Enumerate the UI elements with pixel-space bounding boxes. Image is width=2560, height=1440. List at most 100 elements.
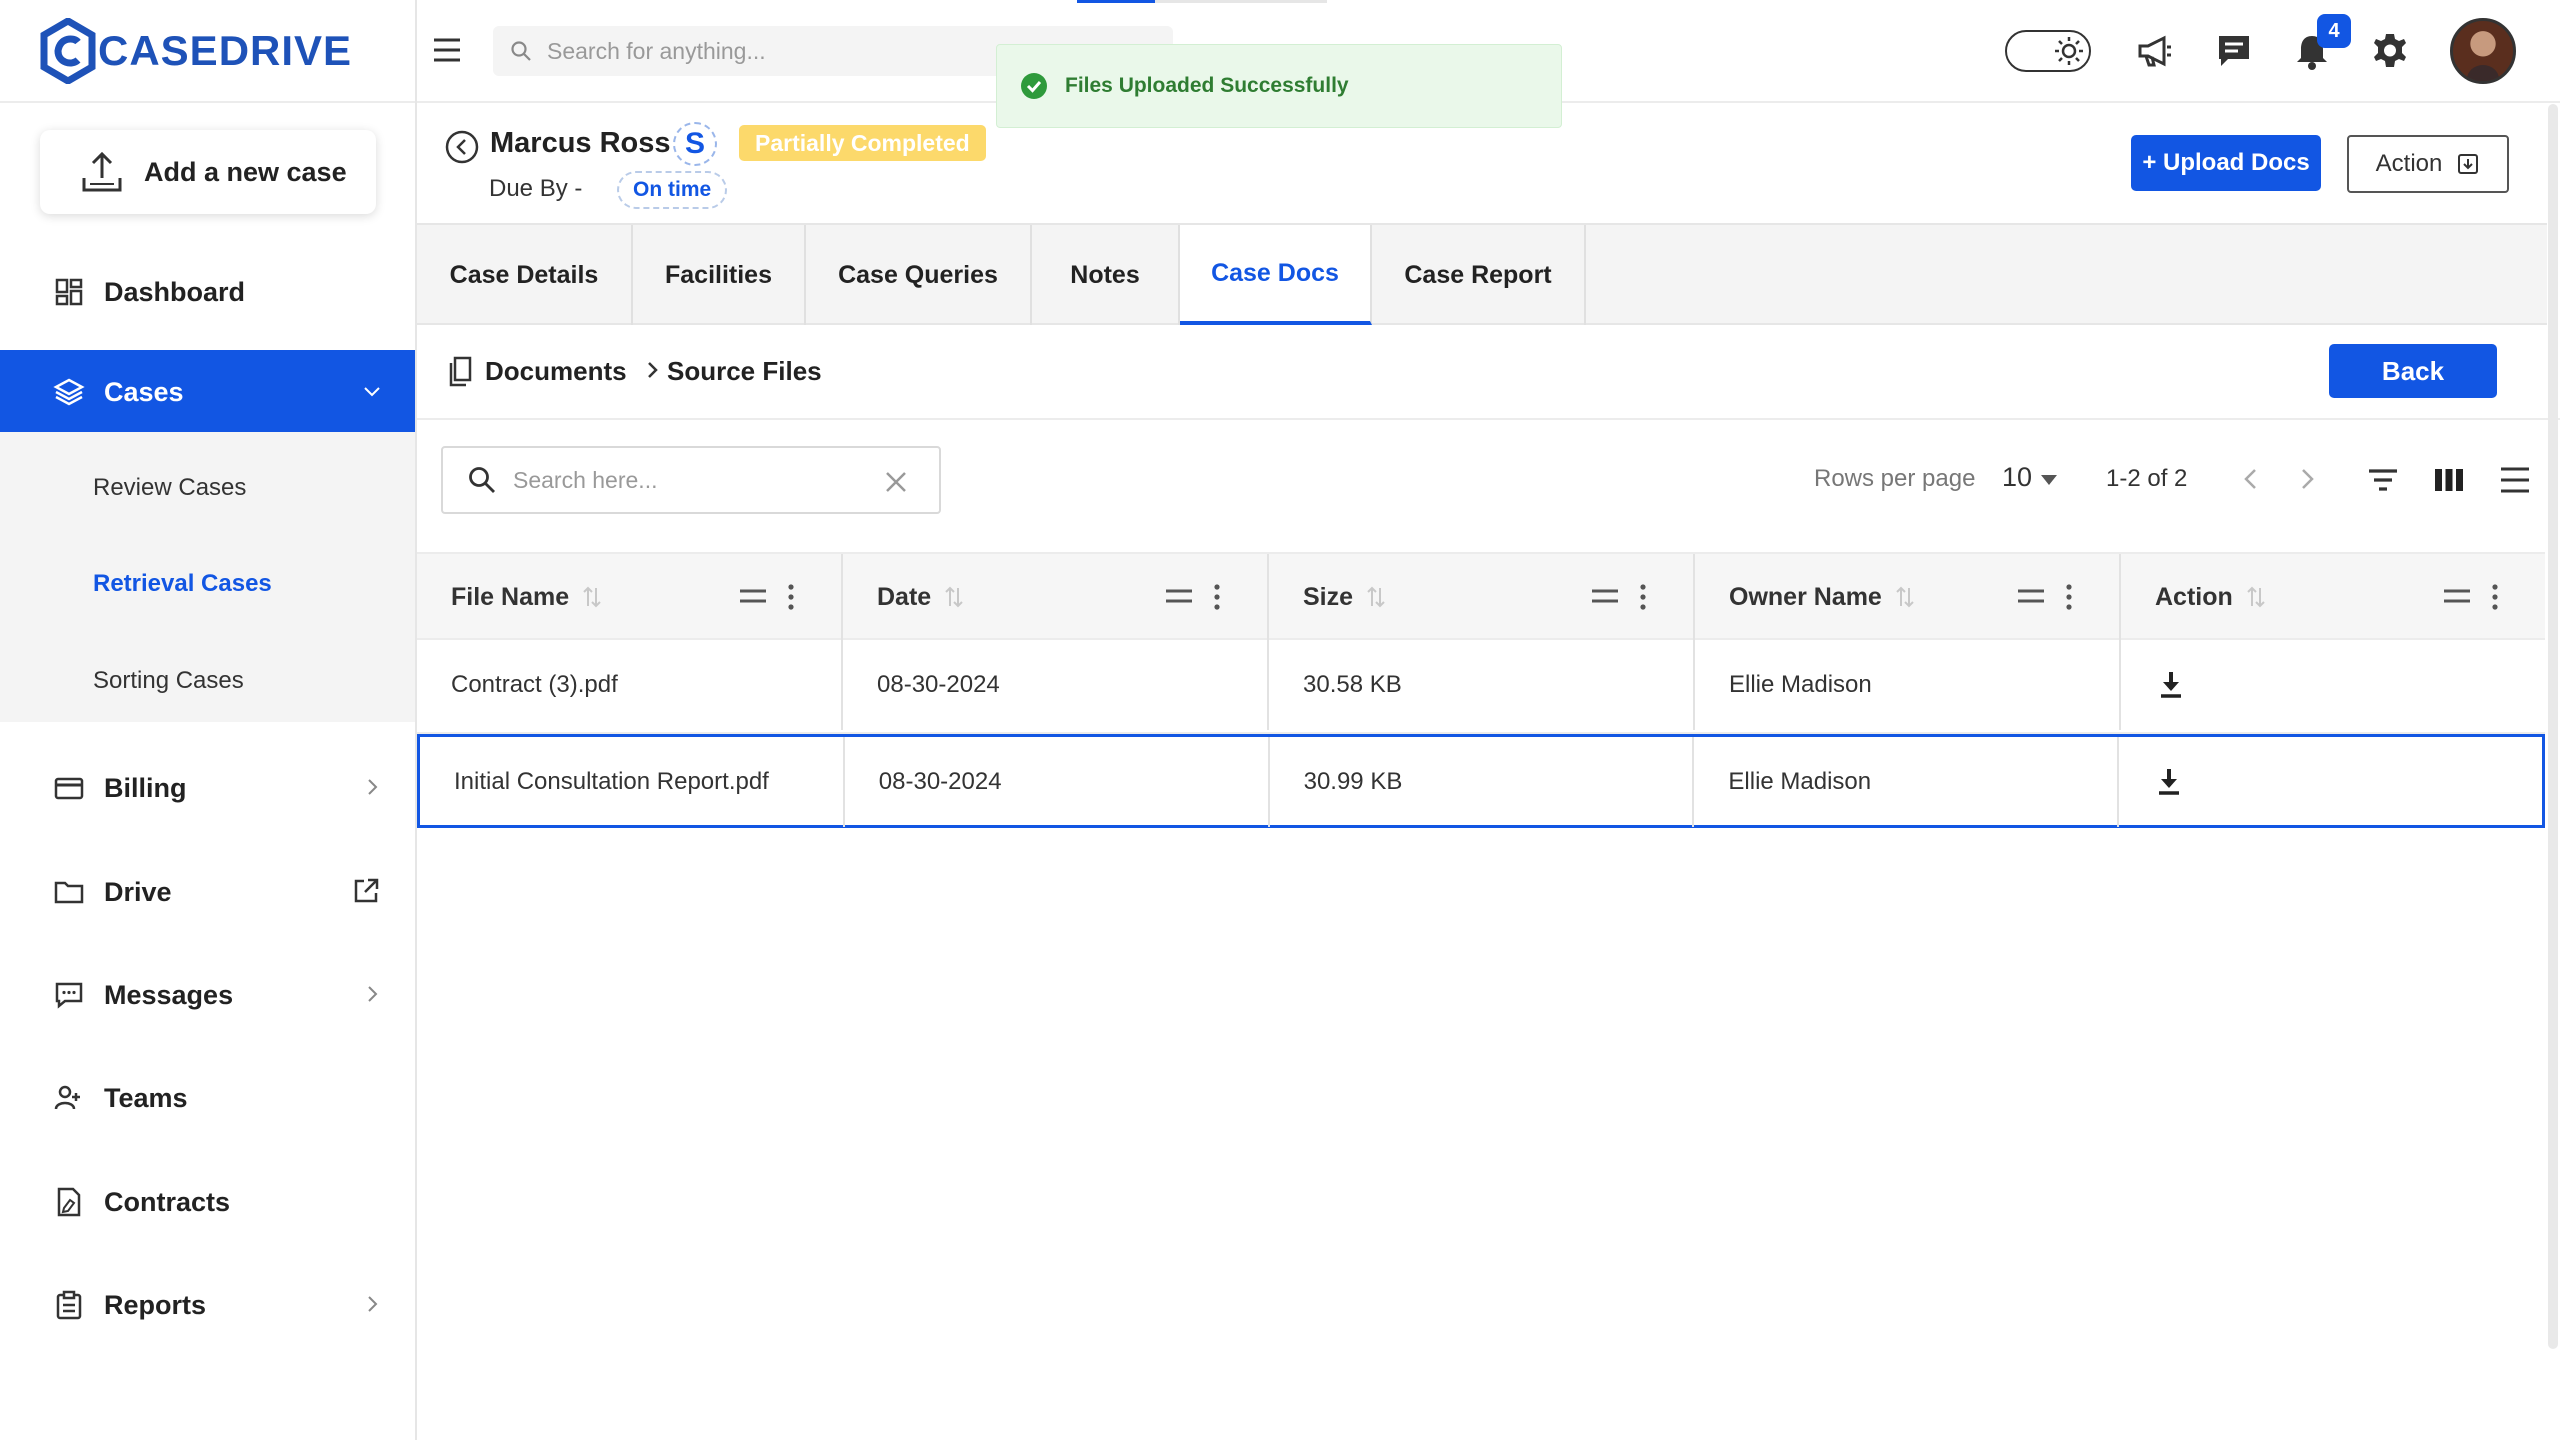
- drag-handle-icon[interactable]: [1165, 588, 1193, 604]
- case-tabs: Case Details Facilities Case Queries Not…: [417, 223, 2547, 325]
- sidebar-item-drive[interactable]: Drive: [0, 850, 415, 934]
- table-search-input[interactable]: [513, 466, 873, 494]
- table-cell-action: [2121, 640, 2545, 730]
- sidebar-item-billing[interactable]: Billing: [0, 746, 415, 830]
- add-case-label: Add a new case: [144, 156, 347, 187]
- sort-icon[interactable]: [581, 585, 603, 609]
- tab-case-docs[interactable]: Case Docs: [1180, 225, 1372, 325]
- loading-bar: [1077, 0, 1327, 3]
- column-header[interactable]: Action: [2121, 554, 2545, 640]
- table-row[interactable]: Contract (3).pdf 08-30-2024 30.58 KB Ellie …: [417, 640, 2545, 734]
- sidebar: CASEDRIVE Add a new case Dashboard Cases: [0, 0, 417, 1440]
- caret-down-icon[interactable]: [2040, 474, 2058, 486]
- table-cell-size: 30.99 KB: [1270, 737, 1695, 827]
- upload-icon: [82, 151, 122, 192]
- scrollbar[interactable]: [2548, 104, 2558, 1349]
- theme-toggle[interactable]: [2005, 30, 2091, 72]
- chat-icon: [2219, 36, 2249, 66]
- drag-handle-icon[interactable]: [2443, 588, 2471, 604]
- chat-button[interactable]: [2211, 28, 2257, 74]
- tab-case-report[interactable]: Case Report: [1372, 225, 1586, 325]
- rows-per-page-select[interactable]: 10: [2002, 462, 2032, 493]
- due-status-badge: On time: [617, 171, 728, 209]
- action-dropdown-button[interactable]: Action: [2347, 135, 2509, 193]
- tab-facilities[interactable]: Facilities: [633, 225, 806, 325]
- pagination-range: 1-2 of 2: [2106, 465, 2188, 492]
- sidebar-item-label: Reports: [104, 1289, 207, 1320]
- upload-docs-button[interactable]: + Upload Docs: [2131, 135, 2321, 191]
- sidebar-item-label: Cases: [104, 376, 184, 407]
- table-cell-size: 30.58 KB: [1269, 640, 1695, 730]
- sidebar-item-contracts[interactable]: Contracts: [0, 1160, 415, 1244]
- case-name: Marcus Ross: [490, 127, 671, 159]
- download-icon[interactable]: [2153, 766, 2185, 798]
- kebab-menu-icon[interactable]: [2065, 584, 2073, 610]
- sidebar-item-teams[interactable]: Teams: [0, 1056, 415, 1140]
- breadcrumb-documents[interactable]: Documents: [485, 356, 627, 387]
- next-page-icon[interactable]: [2292, 464, 2322, 494]
- filter-icon[interactable]: [2366, 463, 2400, 497]
- sort-icon[interactable]: [943, 585, 965, 609]
- submenu-item-retrieval-cases[interactable]: Retrieval Cases: [93, 570, 272, 598]
- kebab-menu-icon[interactable]: [1213, 584, 1221, 610]
- back-arrow-icon[interactable]: [445, 130, 479, 164]
- tab-case-queries[interactable]: Case Queries: [806, 225, 1032, 325]
- columns-icon[interactable]: [2432, 463, 2466, 497]
- tab-case-details[interactable]: Case Details: [417, 225, 633, 325]
- export-icon: [2458, 154, 2479, 174]
- column-header[interactable]: Size: [1269, 554, 1695, 640]
- brand-name: CASEDRIVE: [98, 26, 353, 74]
- drag-handle-icon[interactable]: [2017, 588, 2045, 604]
- chevron-right-icon: [368, 1296, 378, 1312]
- drag-handle-icon[interactable]: [739, 588, 767, 604]
- sidebar-item-dashboard[interactable]: Dashboard: [0, 250, 415, 334]
- table-cell-owner: Ellie Madison: [1694, 737, 2120, 827]
- kebab-menu-icon[interactable]: [1639, 584, 1647, 610]
- kebab-menu-icon[interactable]: [2491, 584, 2499, 610]
- drag-handle-icon[interactable]: [1591, 588, 1619, 604]
- sort-icon[interactable]: [1365, 585, 1387, 609]
- breadcrumb: Documents Source Files Back: [417, 325, 2560, 420]
- search-icon: [511, 41, 531, 61]
- density-icon[interactable]: [2498, 463, 2532, 497]
- logo-icon: [40, 17, 96, 84]
- sidebar-item-reports[interactable]: Reports: [0, 1263, 415, 1347]
- table-search[interactable]: [441, 446, 941, 514]
- close-icon[interactable]: [883, 469, 909, 495]
- submenu-item-sorting-cases[interactable]: Sorting Cases: [93, 667, 244, 695]
- sidebar-item-messages[interactable]: Messages: [0, 953, 415, 1037]
- column-header[interactable]: Owner Name: [1695, 554, 2121, 640]
- tab-notes[interactable]: Notes: [1032, 225, 1180, 325]
- sidebar-item-label: Teams: [104, 1082, 188, 1113]
- table-cell-file-name: Contract (3).pdf: [417, 640, 843, 730]
- rows-per-page-label: Rows per page: [1814, 465, 1976, 492]
- sun-icon: [2055, 37, 2083, 65]
- column-header[interactable]: Date: [843, 554, 1269, 640]
- sidebar-item-label: Contracts: [104, 1186, 231, 1217]
- sidebar-item-label: Dashboard: [104, 276, 246, 307]
- contract-icon: [52, 1185, 86, 1219]
- settings-button[interactable]: [2367, 28, 2413, 74]
- table-row[interactable]: Initial Consultation Report.pdf 08-30-202…: [417, 734, 2545, 828]
- column-header[interactable]: File Name: [417, 554, 843, 640]
- sort-icon[interactable]: [1894, 585, 1916, 609]
- external-link-icon[interactable]: [351, 876, 381, 906]
- download-icon[interactable]: [2155, 669, 2187, 701]
- kebab-menu-icon[interactable]: [787, 584, 795, 610]
- back-button[interactable]: Back: [2329, 344, 2497, 398]
- prev-page-icon[interactable]: [2236, 464, 2266, 494]
- success-toast: Files Uploaded Successfully: [996, 44, 1562, 128]
- brand-logo[interactable]: CASEDRIVE: [0, 0, 415, 103]
- sidebar-item-cases[interactable]: Cases: [0, 350, 415, 434]
- hamburger-menu-icon[interactable]: [431, 36, 463, 64]
- add-case-button[interactable]: Add a new case: [40, 130, 376, 214]
- table-cell-date: 08-30-2024: [843, 640, 1269, 730]
- user-avatar[interactable]: [2450, 18, 2516, 84]
- sort-icon[interactable]: [2245, 585, 2267, 609]
- notification-count-badge: 4: [2317, 14, 2351, 48]
- announcement-button[interactable]: [2131, 28, 2177, 74]
- breadcrumb-source-files: Source Files: [667, 356, 822, 386]
- table-body: Contract (3).pdf 08-30-2024 30.58 KB Ellie …: [417, 640, 2545, 828]
- submenu-item-review-cases[interactable]: Review Cases: [93, 474, 246, 502]
- table-header: File Name Date Size Owner Name Action: [417, 552, 2545, 640]
